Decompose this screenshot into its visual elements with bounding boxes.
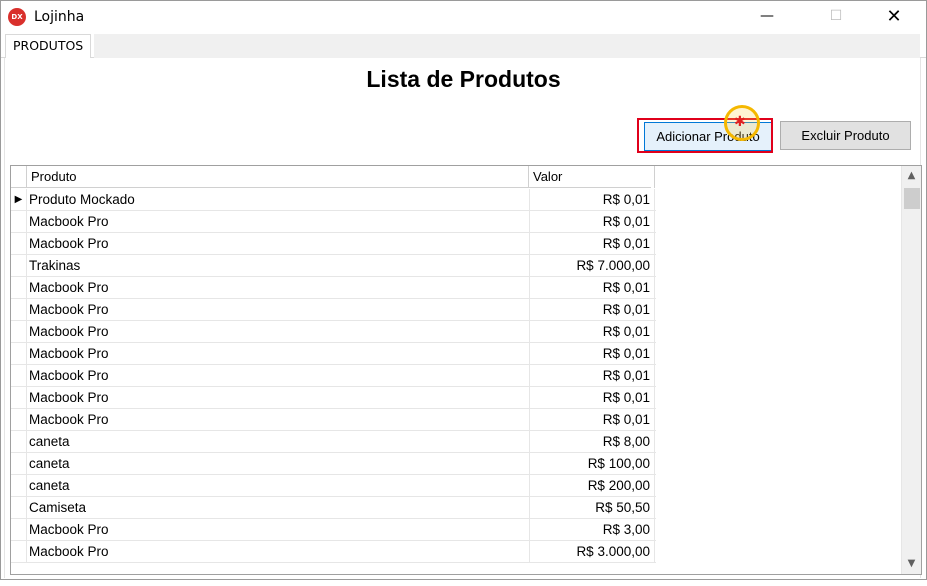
cell-valor[interactable]: R$ 50,50 xyxy=(529,497,655,518)
cell-produto[interactable]: Macbook Pro xyxy=(29,387,527,408)
cell-produto[interactable]: Macbook Pro xyxy=(29,277,527,298)
tab-strip-background xyxy=(94,34,920,58)
cell-produto[interactable]: Macbook Pro xyxy=(29,321,527,342)
table-row[interactable]: Macbook Pro R$ 0,01 xyxy=(11,211,656,233)
table-row[interactable]: Macbook Pro R$ 0,01 xyxy=(11,365,656,387)
table-row[interactable]: Macbook Pro R$ 0,01 xyxy=(11,299,656,321)
cell-valor[interactable]: R$ 0,01 xyxy=(529,409,655,430)
cell-produto[interactable]: caneta xyxy=(29,431,527,452)
cell-produto[interactable]: Camiseta xyxy=(29,497,527,518)
table-row[interactable]: Macbook Pro R$ 3,00 xyxy=(11,519,656,541)
app-logo-icon: DX xyxy=(8,8,26,26)
table-row[interactable]: caneta R$ 200,00 xyxy=(11,475,656,497)
scroll-thumb[interactable] xyxy=(904,188,920,209)
cell-produto[interactable]: Macbook Pro xyxy=(29,233,527,254)
cell-valor[interactable]: R$ 0,01 xyxy=(529,211,655,232)
table-row[interactable]: Macbook Pro R$ 3.000,00 xyxy=(11,541,656,563)
cell-produto[interactable]: Macbook Pro xyxy=(29,343,527,364)
column-header-valor[interactable]: Valor xyxy=(529,166,655,188)
close-button[interactable]: ✕ xyxy=(871,1,917,32)
cell-valor[interactable]: R$ 0,01 xyxy=(529,277,655,298)
tab-strip: PRODUTOS xyxy=(1,32,926,59)
cell-valor[interactable]: R$ 3,00 xyxy=(529,519,655,540)
scroll-down-icon[interactable]: ▼ xyxy=(902,554,921,574)
cursor-icon: ✱ xyxy=(734,114,746,130)
row-indicator[interactable] xyxy=(11,255,27,276)
row-indicator[interactable] xyxy=(11,211,27,232)
products-grid[interactable]: Produto Valor ▶ Produto Mockado R$ 0,01 Mac… xyxy=(10,165,922,575)
vertical-scrollbar[interactable]: ▲ ▼ xyxy=(901,166,921,574)
cell-produto[interactable]: Macbook Pro xyxy=(29,409,527,430)
row-indicator[interactable] xyxy=(11,497,27,518)
table-row[interactable]: Camiseta R$ 50,50 xyxy=(11,497,656,519)
tab-produtos[interactable]: PRODUTOS xyxy=(5,34,92,59)
header-indicator xyxy=(11,166,27,188)
scroll-up-icon[interactable]: ▲ xyxy=(902,166,921,186)
cell-valor[interactable]: R$ 0,01 xyxy=(529,299,655,320)
cell-valor[interactable]: R$ 200,00 xyxy=(529,475,655,496)
column-header-produto[interactable]: Produto xyxy=(27,166,529,188)
row-indicator[interactable] xyxy=(11,475,27,496)
cell-valor[interactable]: R$ 0,01 xyxy=(529,233,655,254)
app-window: DX Lojinha — ☐ ✕ PRODUTOS Lista de Produ… xyxy=(0,0,927,580)
table-row[interactable]: Macbook Pro R$ 0,01 xyxy=(11,277,656,299)
cell-produto[interactable]: Trakinas xyxy=(29,255,527,276)
cell-valor[interactable]: R$ 0,01 xyxy=(529,365,655,386)
cell-valor[interactable]: R$ 0,01 xyxy=(529,387,655,408)
row-indicator[interactable] xyxy=(11,233,27,254)
current-row-indicator-icon[interactable]: ▶ xyxy=(11,189,27,210)
cell-produto[interactable]: Macbook Pro xyxy=(29,299,527,320)
row-indicator[interactable] xyxy=(11,541,27,562)
cell-produto[interactable]: Macbook Pro xyxy=(29,365,527,386)
table-row[interactable]: Macbook Pro R$ 0,01 xyxy=(11,409,656,431)
cell-produto[interactable]: Produto Mockado xyxy=(29,189,527,210)
cell-produto[interactable]: caneta xyxy=(29,453,527,474)
table-row[interactable]: caneta R$ 100,00 xyxy=(11,453,656,475)
maximize-button[interactable]: ☐ xyxy=(813,1,859,32)
table-row[interactable]: Macbook Pro R$ 0,01 xyxy=(11,233,656,255)
minimize-button[interactable]: — xyxy=(744,1,790,32)
cell-valor[interactable]: R$ 0,01 xyxy=(529,343,655,364)
cell-produto[interactable]: caneta xyxy=(29,475,527,496)
cell-valor[interactable]: R$ 0,01 xyxy=(529,321,655,342)
table-row[interactable]: Macbook Pro R$ 0,01 xyxy=(11,387,656,409)
row-indicator[interactable] xyxy=(11,453,27,474)
row-indicator[interactable] xyxy=(11,343,27,364)
cell-produto[interactable]: Macbook Pro xyxy=(29,541,527,562)
table-row[interactable]: ▶ Produto Mockado R$ 0,01 xyxy=(11,189,656,211)
row-indicator[interactable] xyxy=(11,321,27,342)
cell-produto[interactable]: Macbook Pro xyxy=(29,519,527,540)
produtos-panel: Lista de Produtos Adicionar Produto Excl… xyxy=(4,58,922,578)
table-row[interactable]: Macbook Pro R$ 0,01 xyxy=(11,343,656,365)
cell-valor[interactable]: R$ 0,01 xyxy=(529,189,655,210)
cell-valor[interactable]: R$ 7.000,00 xyxy=(529,255,655,276)
row-indicator[interactable] xyxy=(11,409,27,430)
row-indicator[interactable] xyxy=(11,431,27,452)
title-bar[interactable]: DX Lojinha — ☐ ✕ xyxy=(1,1,926,32)
table-row[interactable]: Macbook Pro R$ 0,01 xyxy=(11,321,656,343)
window-title: Lojinha xyxy=(34,9,85,25)
cell-produto[interactable]: Macbook Pro xyxy=(29,211,527,232)
page-title: Lista de Produtos xyxy=(366,66,561,92)
delete-product-button[interactable]: Excluir Produto xyxy=(780,121,911,150)
row-indicator[interactable] xyxy=(11,519,27,540)
row-indicator[interactable] xyxy=(11,387,27,408)
cell-valor[interactable]: R$ 100,00 xyxy=(529,453,655,474)
row-indicator[interactable] xyxy=(11,277,27,298)
grid-rows: ▶ Produto Mockado R$ 0,01 Macbook Pro R$ 0,0… xyxy=(11,189,656,563)
table-row[interactable]: caneta R$ 8,00 xyxy=(11,431,656,453)
cell-valor[interactable]: R$ 8,00 xyxy=(529,431,655,452)
cell-valor[interactable]: R$ 3.000,00 xyxy=(529,541,655,562)
table-row[interactable]: Trakinas R$ 7.000,00 xyxy=(11,255,656,277)
grid-header: Produto Valor xyxy=(11,166,655,188)
row-indicator[interactable] xyxy=(11,365,27,386)
row-indicator[interactable] xyxy=(11,299,27,320)
